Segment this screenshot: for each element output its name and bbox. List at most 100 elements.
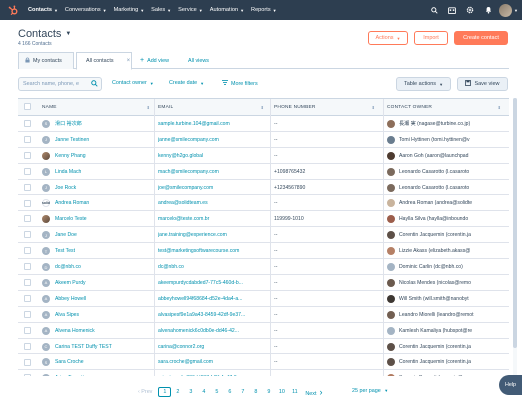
- row-checkbox[interactable]: [24, 374, 31, 376]
- contact-email-link[interactable]: arjunturcotte386dd687-fd9f-4a47-9...: [158, 370, 268, 376]
- row-checkbox[interactable]: [24, 247, 31, 255]
- account-menu-chevron-down-icon[interactable]: ▼: [514, 8, 518, 13]
- contact-name-link[interactable]: Abbey Howell: [55, 296, 86, 302]
- contact-email-link[interactable]: alvasipesf9e1a9a43-8459-42df-9e37...: [158, 307, 268, 323]
- row-checkbox[interactable]: [24, 279, 31, 286]
- table-row[interactable]: T Test Test test@marketingsoftwarecourse.c…: [18, 243, 509, 260]
- contact-name-link[interactable]: Alva Sipes: [55, 312, 79, 318]
- hubspot-logo-icon[interactable]: [6, 3, 20, 17]
- nav-item-automation[interactable]: Automation ▼: [210, 7, 244, 13]
- column-header-phone[interactable]: PHONE NUMBER ⬍: [274, 99, 379, 116]
- table-row[interactable]: J Jane Doe jane.training@experience.com -- C…: [18, 227, 509, 244]
- table-row[interactable]: A Akeem Purdy akeempurdycdabded7-77c5-460d…: [18, 275, 509, 291]
- contact-name-link[interactable]: Joe Rock: [55, 185, 76, 191]
- contact-email-link[interactable]: marcelo@teste.com.br: [158, 211, 268, 227]
- contact-name-link[interactable]: Carina TEST Duffy TEST: [55, 344, 112, 350]
- row-checkbox[interactable]: [24, 167, 31, 175]
- search-icon[interactable]: [426, 2, 442, 18]
- more-filters-button[interactable]: More filters: [222, 80, 258, 87]
- nav-item-sales[interactable]: Sales ▼: [151, 7, 171, 13]
- page-number-6[interactable]: 6: [223, 389, 236, 395]
- page-title[interactable]: Contacts ▼: [18, 28, 71, 40]
- table-scrollbar[interactable]: [513, 98, 517, 376]
- scrollbar-thumb[interactable]: [513, 98, 517, 348]
- row-checkbox[interactable]: [24, 263, 31, 271]
- row-checkbox[interactable]: [24, 294, 31, 302]
- page-number-2[interactable]: 2: [171, 389, 184, 395]
- contact-email-link[interactable]: sample.turbine.104@gmail.com: [158, 116, 268, 132]
- contact-email-link[interactable]: mach@smilecompany.com: [158, 164, 268, 180]
- nav-item-reports[interactable]: Reports ▼: [251, 7, 277, 13]
- nav-item-contacts[interactable]: Contacts ▼: [28, 7, 58, 13]
- table-row[interactable]: Ddc@nbh.co dc@nbh.co -- Dominic Carlin (dc@…: [18, 259, 509, 275]
- marketplace-icon[interactable]: [444, 2, 460, 18]
- tab-all-contacts[interactable]: All contacts ×: [76, 52, 132, 70]
- contact-email-link[interactable]: akeempurdycdabded7-77c5-460d-b...: [158, 275, 268, 291]
- contact-name-link[interactable]: 滑口 裕次郎: [55, 120, 82, 127]
- contact-name-link[interactable]: Kenny Phang: [55, 153, 86, 159]
- table-row[interactable]: J Joe Rock joe@smilecompany.com +1234567890…: [18, 180, 509, 196]
- contact-name-link[interactable]: Sara Croche: [55, 359, 84, 365]
- page-number-1[interactable]: 1: [158, 387, 172, 397]
- contact-email-link[interactable]: dc@nbh.co: [158, 259, 268, 275]
- table-row[interactable]: Marcelo Teste marcelo@teste.com.br 119999-…: [18, 211, 509, 228]
- row-checkbox[interactable]: [24, 310, 31, 318]
- actions-button[interactable]: Actions ▼: [368, 31, 408, 45]
- contact-name-link[interactable]: Jane Doe: [55, 232, 77, 238]
- page-number-9[interactable]: 9: [262, 389, 275, 395]
- row-checkbox[interactable]: [24, 342, 31, 350]
- contact-email-link[interactable]: joe@smilecompany.com: [158, 180, 268, 196]
- row-checkbox[interactable]: [24, 231, 31, 239]
- contact-name-link[interactable]: Marcelo Teste: [55, 216, 87, 222]
- row-checkbox[interactable]: [24, 326, 31, 334]
- column-header-name[interactable]: NAME ⬍: [42, 99, 154, 116]
- contact-email-link[interactable]: alvenahomenick6c0db0e-dd46-42...: [158, 323, 268, 339]
- row-checkbox[interactable]: [24, 358, 31, 366]
- row-checkbox[interactable]: [24, 120, 31, 127]
- select-all-checkbox[interactable]: [24, 103, 31, 110]
- contact-name-link[interactable]: Linda Mach: [55, 169, 81, 175]
- notifications-bell-icon[interactable]: [480, 2, 496, 18]
- row-checkbox[interactable]: [24, 183, 31, 191]
- contact-email-link[interactable]: janne@smilecompany.com: [158, 132, 268, 148]
- contact-name-link[interactable]: Test Test: [55, 248, 75, 254]
- table-row[interactable]: S 滑口 裕次郎 sample.turbine.104@gmail.com -- 長瀬 …: [18, 116, 509, 132]
- row-checkbox[interactable]: [24, 199, 31, 207]
- import-button[interactable]: Import: [414, 31, 448, 45]
- contact-name-link[interactable]: Alvena Homenick: [55, 328, 95, 334]
- contact-email-link[interactable]: jane.training@experience.com: [158, 227, 268, 243]
- table-row[interactable]: A Alva Sipes alvasipesf9e1a9a43-8459-42df-…: [18, 307, 509, 323]
- add-view-button[interactable]: + Add view: [140, 52, 169, 69]
- column-header-email[interactable]: EMAIL ⬍: [158, 99, 268, 116]
- column-header-owner[interactable]: CONTACT OWNER ⬍: [387, 99, 505, 116]
- table-row[interactable]: C Carina TEST Duffy TEST carina@connor2.or…: [18, 339, 509, 355]
- create-contact-button[interactable]: Create contact: [454, 31, 508, 45]
- page-number-4[interactable]: 4: [197, 389, 210, 395]
- nav-item-marketing[interactable]: Marketing ▼: [114, 7, 145, 13]
- page-number-5[interactable]: 5: [210, 389, 223, 395]
- page-number-3[interactable]: 3: [184, 389, 197, 395]
- search-input[interactable]: Search name, phone, e: [18, 77, 102, 91]
- row-checkbox[interactable]: [24, 135, 31, 143]
- nav-item-conversations[interactable]: Conversations ▼: [65, 7, 107, 13]
- table-row[interactable]: A Abbey Howell abbeyhowell94f68684-d52e-4d…: [18, 291, 509, 307]
- table-row[interactable]: L Linda Mach mach@smilecompany.com +1098765…: [18, 164, 509, 180]
- contact-email-link[interactable]: carina@connor2.org: [158, 339, 268, 355]
- contact-email-link[interactable]: abbeyhowell94f68684-d52e-4da4-a...: [158, 291, 268, 307]
- table-row[interactable]: J Janne Testinen janne@smilecompany.com -- T…: [18, 132, 509, 148]
- create-date-filter[interactable]: Create date ▼: [169, 80, 204, 86]
- contact-email-link[interactable]: kenny@h2go.global: [158, 148, 268, 164]
- nav-item-service[interactable]: Service ▼: [178, 7, 203, 13]
- table-row[interactable]: Kenny Phang kenny@h2go.global -- Aaron Goh …: [18, 148, 509, 164]
- save-view-button[interactable]: Save view: [457, 77, 508, 91]
- contact-email-link[interactable]: andrea@solidteam.es: [158, 196, 268, 212]
- contact-owner-filter[interactable]: Contact owner ▼: [112, 80, 154, 86]
- close-icon[interactable]: ×: [127, 58, 131, 64]
- table-row[interactable]: A Arjun Turcotte arjunturcotte386dd687-fd9…: [18, 370, 509, 376]
- page-number-10[interactable]: 10: [275, 389, 288, 395]
- title-chevron-down-icon[interactable]: ▼: [65, 31, 71, 37]
- row-checkbox[interactable]: [24, 151, 31, 159]
- contact-name-link[interactable]: dc@nbh.co: [55, 264, 81, 270]
- all-views-link[interactable]: All views: [188, 52, 209, 69]
- table-row[interactable]: solid Andrea Roman andrea@solidteam.es -- An…: [18, 196, 509, 212]
